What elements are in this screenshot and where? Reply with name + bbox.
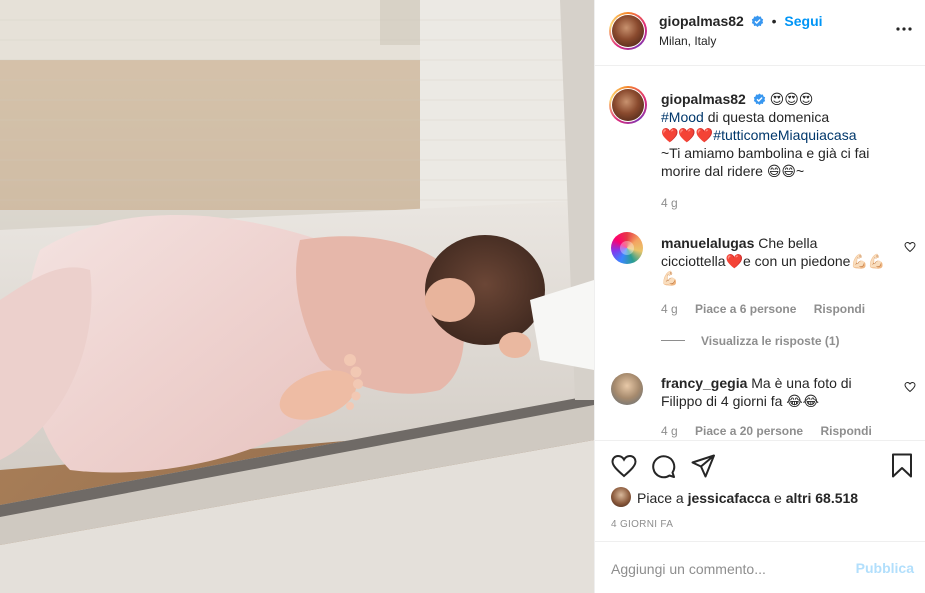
comment-like-heart-icon[interactable] — [904, 381, 916, 393]
comment-1-line-2: cicciottella❤️e con un piedone💪🏻💪🏻 — [661, 253, 886, 269]
others-likes-link[interactable]: altri 68.518 — [786, 490, 858, 506]
liker-avatar[interactable] — [611, 487, 631, 507]
author-username[interactable]: giopalmas82 — [659, 13, 744, 29]
verified-badge-icon — [753, 93, 765, 105]
comment-username[interactable]: francy_gegia — [661, 375, 747, 391]
likes-prefix: Piace a — [637, 490, 688, 506]
share-icon[interactable] — [691, 454, 716, 478]
baby-in-crib-image — [0, 0, 594, 593]
liker-username[interactable]: jessicafacca — [688, 490, 771, 506]
comment-likes-count[interactable]: Piace a 20 persone — [695, 424, 803, 438]
comment-2-line-2: Filippo di 4 giorni fa 😂😂 — [661, 393, 820, 409]
caption-line-5: morire dal ridere 😄😄~ — [661, 163, 805, 179]
caption-username[interactable]: giopalmas82 — [661, 91, 746, 107]
comment-2-line-1: francy_gegia Ma è una foto di — [661, 374, 901, 392]
comment-username[interactable]: manuelalugas — [661, 235, 754, 251]
comment-1-meta: 4 g Piace a 6 persone Rispondi — [661, 300, 865, 318]
comment-input[interactable] — [611, 558, 841, 580]
caption-avatar[interactable] — [609, 86, 647, 124]
comment-age: 4 g — [661, 424, 678, 438]
heart-icon[interactable] — [611, 454, 637, 478]
caption-age: 4 g — [661, 196, 678, 210]
comment-icon[interactable] — [651, 454, 676, 479]
follow-button[interactable]: Segui — [784, 13, 822, 29]
comment-2-meta: 4 g Piace a 20 persone Rispondi — [661, 422, 872, 440]
likes-summary: Piace a jessicafacca e altri 68.518 — [637, 490, 858, 506]
view-replies-button[interactable]: Visualizza le risposte (1) — [701, 334, 840, 348]
bookmark-icon[interactable] — [891, 453, 913, 478]
post-location[interactable]: Milan, Italy — [659, 34, 716, 48]
comment-likes-count[interactable]: Piace a 6 persone — [695, 302, 796, 316]
hearts-emoji: ❤️❤️❤️ — [661, 128, 714, 144]
header-dot-separator: • — [771, 13, 777, 29]
post-side-panel: giopalmas82 • Segui Milan, Italy giopalm… — [594, 0, 925, 593]
add-comment-bar: Pubblica — [595, 541, 925, 593]
reply-button[interactable]: Rispondi — [814, 302, 865, 316]
comment-age: 4 g — [661, 302, 678, 316]
commenter-avatar[interactable] — [611, 232, 643, 264]
comment-text: Che bella — [758, 235, 818, 251]
instagram-post-modal: giopalmas82 • Segui Milan, Italy giopalm… — [0, 0, 925, 593]
caption-emoji: 😍😍😍 — [769, 92, 814, 108]
verified-badge-icon — [751, 15, 763, 27]
caption-line-2: #Mood di questa domenica — [661, 108, 829, 126]
author-line: giopalmas82 • Segui — [659, 13, 823, 29]
hashtag-mood[interactable]: #Mood — [661, 109, 704, 125]
post-photo[interactable] — [0, 0, 594, 593]
publish-button[interactable]: Pubblica — [856, 560, 914, 576]
post-header: giopalmas82 • Segui Milan, Italy — [595, 0, 925, 66]
hashtag-tutticome[interactable]: #tutticomeMiaquiacasa — [713, 127, 856, 143]
caption-line-4: ~Ti amiamo bambolina e già ci fai — [661, 145, 870, 161]
comment-1-line-1: manuelalugas Che bella — [661, 234, 901, 252]
caption-text: di questa domenica — [703, 109, 830, 125]
caption-line-3: ❤️❤️❤️#tutticomeMiaquiacasa — [661, 126, 856, 145]
likes-conj: e — [770, 490, 786, 506]
caption-first-line: giopalmas82 😍😍😍 — [661, 90, 813, 109]
post-actions-section: Piace a jessicafacca e altri 68.518 4 GI… — [595, 440, 925, 593]
commenter-avatar[interactable] — [611, 373, 643, 405]
comment-1-line-3: 💪🏻 — [661, 271, 679, 287]
replies-divider — [661, 340, 685, 341]
reply-button[interactable]: Rispondi — [820, 424, 871, 438]
comment-text: Ma è una foto di — [751, 375, 852, 391]
post-time-ago[interactable]: 4 GIORNI FA — [611, 519, 673, 530]
comment-like-heart-icon[interactable] — [904, 241, 916, 253]
more-options-icon[interactable] — [896, 20, 912, 31]
author-avatar[interactable] — [609, 12, 647, 50]
